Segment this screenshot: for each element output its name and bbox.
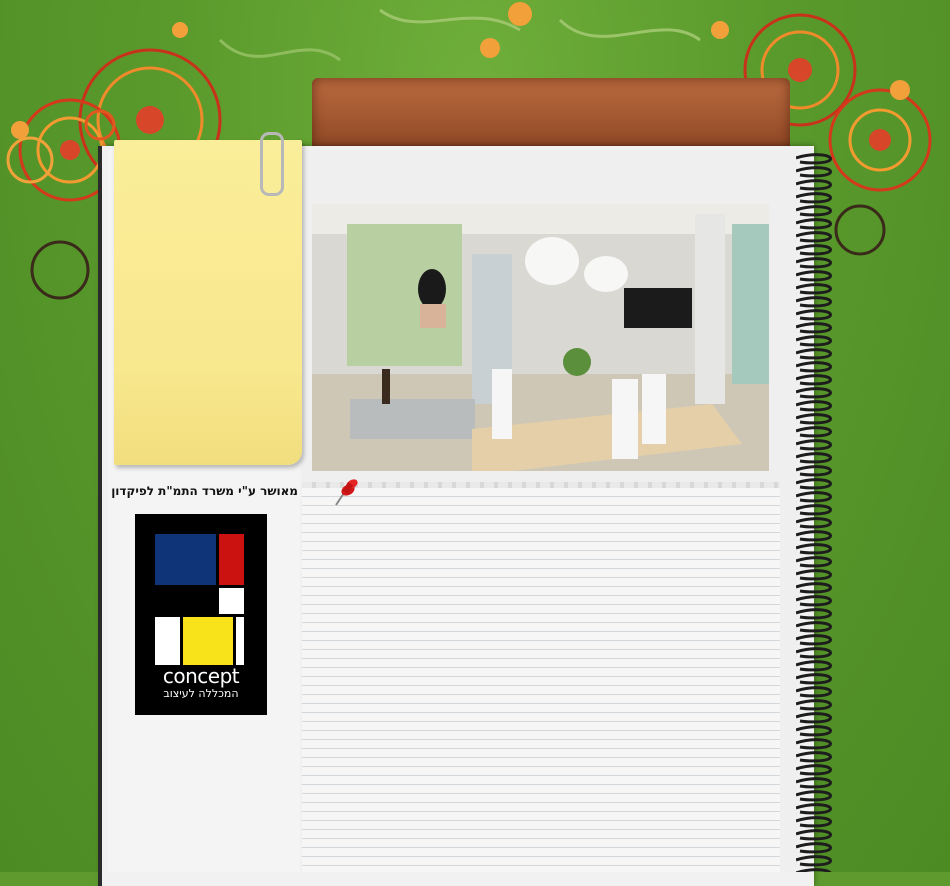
spiral-ring (796, 309, 832, 321)
spiral-ring (796, 361, 832, 373)
spiral-ring (796, 751, 832, 763)
spiral-ring (796, 569, 832, 581)
spiral-ring (796, 712, 832, 724)
spiral-ring (796, 374, 832, 386)
spiral-ring (796, 777, 832, 789)
spiral-ring (796, 608, 832, 620)
spiral-ring (796, 647, 832, 659)
spiral-ring (796, 842, 832, 854)
spiral-ring (796, 452, 832, 464)
logo-white-square (219, 588, 244, 614)
spiral-binding (796, 153, 832, 872)
logo-white-bar-right (236, 617, 244, 665)
lined-paper-area (302, 488, 780, 872)
spiral-ring (796, 556, 832, 568)
spiral-ring (796, 855, 832, 867)
spiral-ring (796, 790, 832, 802)
spiral-ring (796, 686, 832, 698)
spiral-ring (796, 829, 832, 841)
spiral-ring (796, 400, 832, 412)
spiral-ring (796, 491, 832, 503)
spiral-ring (796, 595, 832, 607)
spiral-ring (796, 621, 832, 633)
logo-yellow-square (183, 617, 233, 665)
spiral-ring (796, 738, 832, 750)
spiral-ring (796, 803, 832, 815)
spiral-ring (796, 296, 832, 308)
spiral-ring (796, 673, 832, 685)
concept-logo[interactable]: concept המכללה לעיצוב (135, 514, 267, 715)
spiral-ring (796, 335, 832, 347)
spiral-ring (796, 478, 832, 490)
spiral-ring (796, 244, 832, 256)
spiral-ring (796, 634, 832, 646)
spiral-ring (796, 764, 832, 776)
spiral-ring (796, 660, 832, 672)
paperclip-icon (260, 132, 284, 196)
spiral-ring (796, 426, 832, 438)
spiral-ring (796, 504, 832, 516)
hero-image (312, 204, 769, 471)
spiral-ring (796, 179, 832, 191)
spiral-ring (796, 582, 832, 594)
spiral-ring (796, 218, 832, 230)
spiral-ring (796, 153, 832, 165)
approval-text: מאושר ע"י משרד התמ"ת לפיקדון (111, 484, 298, 498)
spiral-ring (796, 387, 832, 399)
spiral-ring (796, 543, 832, 555)
logo-red-square (219, 534, 244, 585)
spiral-ring (796, 439, 832, 451)
spiral-ring (796, 530, 832, 542)
spiral-ring (796, 413, 832, 425)
header-tab (312, 78, 790, 150)
spiral-ring (796, 348, 832, 360)
spiral-ring (796, 205, 832, 217)
spiral-ring (796, 257, 832, 269)
spiral-ring (796, 517, 832, 529)
spiral-ring (796, 270, 832, 282)
pushpin-icon (335, 479, 358, 506)
logo-blue-square (155, 534, 216, 585)
spiral-ring (796, 166, 832, 178)
logo-subtitle: המכללה לעיצוב (163, 687, 239, 700)
spiral-ring (796, 322, 832, 334)
logo-white-bar (155, 617, 180, 665)
spiral-ring (796, 725, 832, 737)
spiral-ring (796, 465, 832, 477)
spiral-ring (796, 231, 832, 243)
spiral-ring (796, 283, 832, 295)
spiral-ring (796, 699, 832, 711)
logo-word: concept (162, 664, 240, 688)
spiral-ring (796, 816, 832, 828)
spiral-ring (796, 192, 832, 204)
